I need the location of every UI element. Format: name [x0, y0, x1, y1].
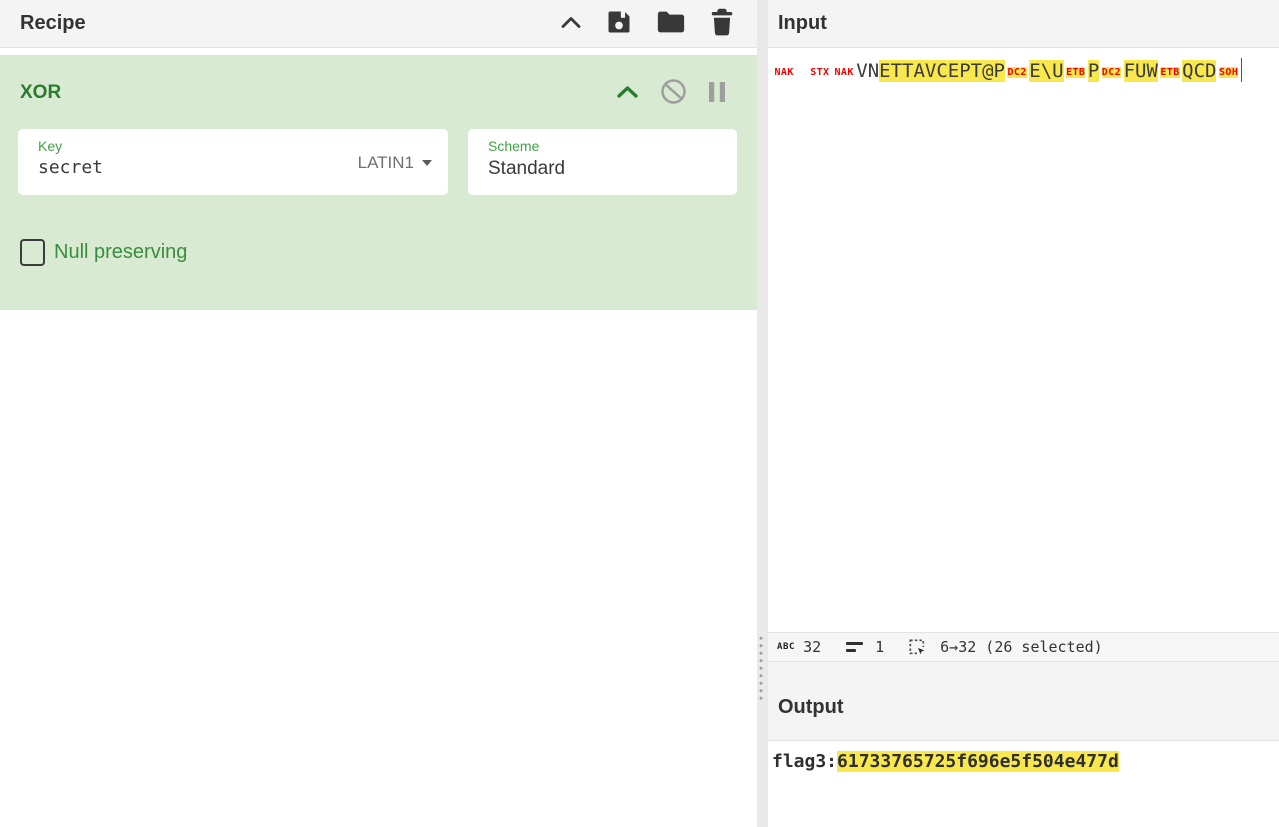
- input-header: Input: [768, 0, 1279, 48]
- input-text-run: QCD: [1182, 60, 1216, 82]
- selection-info: 6→32 (26 selected): [940, 638, 1103, 656]
- disable-operation-button[interactable]: [660, 78, 687, 108]
- text-cursor: [1241, 58, 1242, 82]
- scheme-arg: Scheme Standard: [468, 129, 737, 195]
- key-encoding-value: LATIN1: [358, 153, 414, 173]
- null-preserving-label: Null preserving: [54, 241, 187, 264]
- collapse-recipe-button[interactable]: [560, 15, 582, 33]
- control-char: ETB: [1066, 67, 1085, 78]
- input-text-run: ETTAVCEPT@P: [879, 60, 1005, 82]
- control-char: SOH: [1219, 67, 1238, 78]
- cyberchef-app: Recipe: [0, 0, 1279, 827]
- save-icon: [605, 8, 633, 39]
- null-preserving-checkbox[interactable]: [20, 239, 45, 266]
- pause-icon: [708, 81, 726, 106]
- key-input[interactable]: [38, 157, 338, 178]
- folder-icon: [656, 9, 686, 38]
- recipe-pane: Recipe: [0, 0, 757, 827]
- operation-card-xor[interactable]: XOR: [0, 55, 757, 310]
- recipe-toolbar: [560, 8, 735, 40]
- line-count: 1: [875, 638, 884, 656]
- selection-icon: [909, 639, 926, 656]
- input-text-run: VN: [856, 60, 879, 82]
- output-viewer: flag3:61733765725f696e5f504e477d: [768, 741, 1279, 827]
- operation-header: XOR: [0, 55, 757, 108]
- io-pane: Input NAK STXNAKVNETTAVCEPT@PDC2E\UETBPD…: [768, 0, 1279, 827]
- control-char: NAK: [834, 67, 853, 78]
- scheme-select[interactable]: Standard: [488, 158, 723, 180]
- input-text: NAK STXNAKVNETTAVCEPT@PDC2E\UETBPDC2FUWE…: [772, 57, 1242, 87]
- input-text-run: FUW: [1124, 60, 1158, 82]
- output-highlighted-text: 61733765725f696e5f504e477d: [837, 751, 1119, 772]
- input-text-run: [796, 60, 807, 82]
- operation-controls: [616, 78, 726, 108]
- breakpoint-button[interactable]: [708, 81, 726, 106]
- control-char: DC2: [1102, 67, 1121, 78]
- pane-splitter-grip[interactable]: [759, 636, 763, 704]
- input-text-run: E\U: [1029, 60, 1063, 82]
- chevron-down-icon: [422, 160, 432, 166]
- control-char: NAK: [775, 67, 794, 78]
- input-text-run: P: [1088, 60, 1099, 82]
- ban-icon: [660, 78, 687, 108]
- chevron-up-icon: [560, 15, 582, 33]
- character-count-icon: ABC: [777, 642, 795, 652]
- save-recipe-button[interactable]: [605, 8, 633, 39]
- line-count-icon: [846, 642, 863, 652]
- null-preserving-option[interactable]: Null preserving: [20, 239, 187, 266]
- input-title: Input: [778, 12, 827, 35]
- key-encoding-dropdown[interactable]: LATIN1: [358, 153, 432, 173]
- control-char: STX: [810, 67, 829, 78]
- key-arg: Key LATIN1: [18, 129, 448, 195]
- load-recipe-button[interactable]: [656, 9, 686, 38]
- output-header: Output: [768, 662, 1279, 741]
- recipe-header: Recipe: [0, 0, 757, 48]
- input-editor[interactable]: NAK STXNAKVNETTAVCEPT@PDC2E\UETBPDC2FUWE…: [768, 48, 1279, 632]
- operation-args: Key LATIN1 Scheme Standard: [18, 129, 737, 195]
- pane-splitter[interactable]: [757, 0, 768, 827]
- collapse-operation-button[interactable]: [616, 85, 639, 102]
- clear-recipe-button[interactable]: [709, 8, 735, 40]
- output-title: Output: [778, 696, 844, 719]
- control-char: DC2: [1007, 67, 1026, 78]
- key-label: Key: [38, 138, 434, 154]
- input-status-bar: ABC 32 1 6→32 (26 selected): [768, 632, 1279, 662]
- operation-title: XOR: [20, 82, 61, 104]
- chevron-up-icon: [616, 85, 639, 102]
- character-count: 32: [803, 638, 821, 656]
- output-text: flag3:61733765725f696e5f504e477d: [772, 751, 1119, 772]
- scheme-label: Scheme: [488, 138, 723, 154]
- control-char: ETB: [1160, 67, 1179, 78]
- trash-icon: [709, 8, 735, 40]
- output-text-run: flag3:: [772, 751, 837, 772]
- recipe-title: Recipe: [20, 12, 86, 35]
